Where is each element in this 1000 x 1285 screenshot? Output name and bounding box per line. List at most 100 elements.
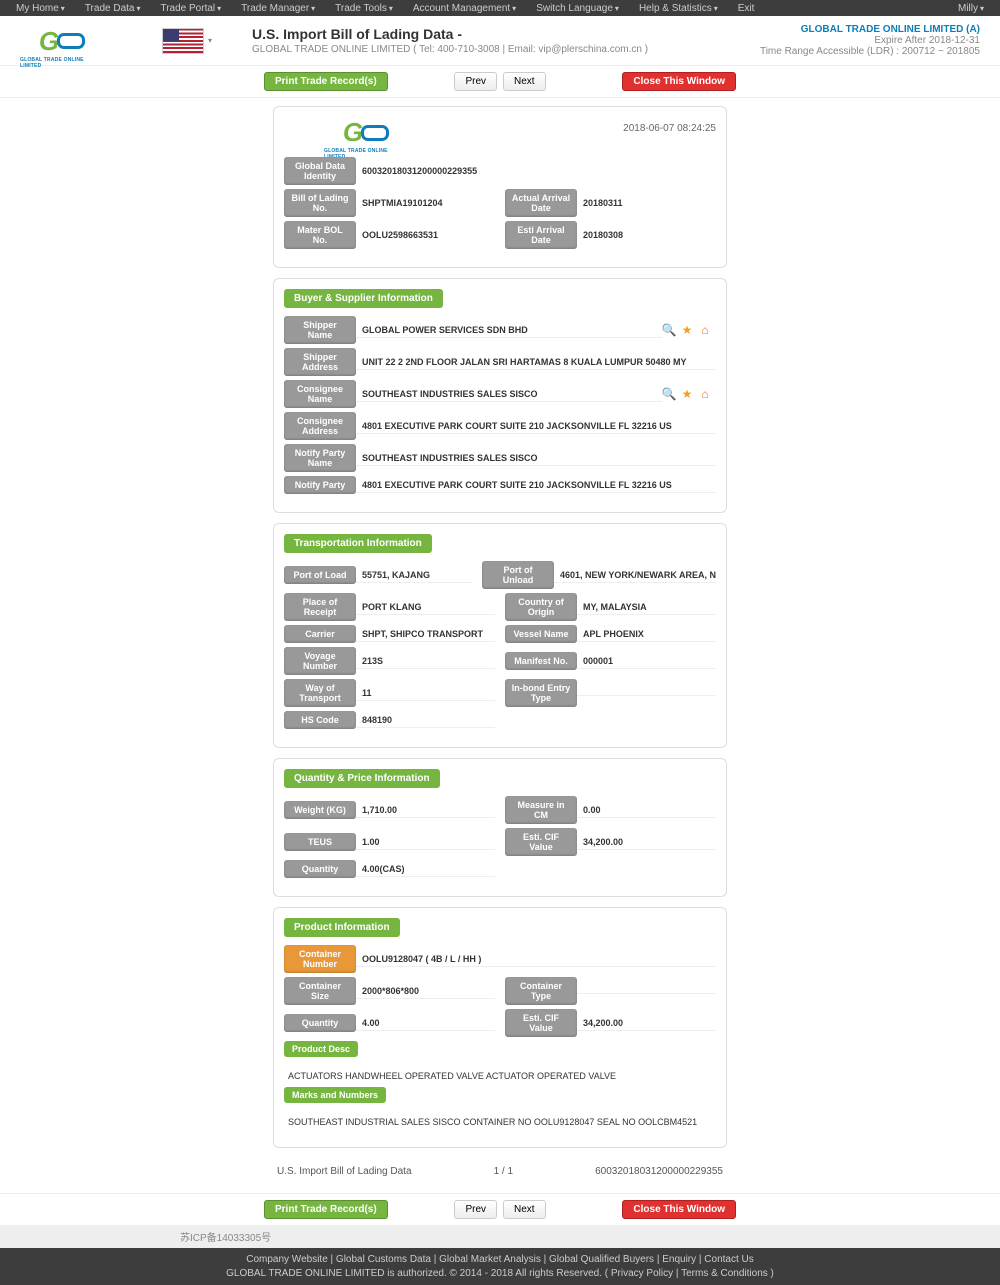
nav-trade-data[interactable]: Trade Data▾ bbox=[77, 3, 149, 14]
aad-label: Actual Arrival Date bbox=[505, 189, 577, 217]
account-expire: Expire After 2018-12-31 bbox=[760, 35, 980, 46]
vessel-value: APL PHOENIX bbox=[577, 626, 716, 642]
print-button[interactable]: Print Trade Record(s) bbox=[264, 72, 388, 91]
next-button-bottom[interactable]: Next bbox=[503, 1200, 546, 1219]
buyer-section-title: Buyer & Supplier Information bbox=[284, 289, 443, 308]
teus-label: TEUS bbox=[284, 833, 356, 851]
pou-label: Port of Unload bbox=[482, 561, 554, 589]
record-card: GGLOBAL TRADE ONLINE LIMITED 2018-06-07 … bbox=[273, 106, 727, 268]
pcif-label: Esti. CIF Value bbox=[505, 1009, 577, 1037]
close-button-bottom[interactable]: Close This Window bbox=[622, 1200, 736, 1219]
nav-trade-manager[interactable]: Trade Manager▾ bbox=[233, 3, 323, 14]
page-footer-info: U.S. Import Bill of Lading Data 1 / 1 60… bbox=[273, 1158, 727, 1185]
icp-label: 苏ICP备14033305号 bbox=[0, 1225, 1000, 1248]
nav-trade-portal[interactable]: Trade Portal▾ bbox=[152, 3, 229, 14]
footer-link[interactable]: Company Website bbox=[246, 1254, 328, 1265]
print-button-bottom[interactable]: Print Trade Record(s) bbox=[264, 1200, 388, 1219]
button-bar-bottom: Print Trade Record(s) Prev Next Close Th… bbox=[0, 1193, 1000, 1225]
qty-section-title: Quantity & Price Information bbox=[284, 769, 440, 788]
consignee-addr-label: Consignee Address bbox=[284, 412, 356, 440]
coo-label: Country of Origin bbox=[505, 593, 577, 621]
page-title: U.S. Import Bill of Lading Data - bbox=[252, 26, 760, 42]
company-logo: GGLOBAL TRADE ONLINE LIMITED bbox=[20, 26, 102, 56]
consignee-name-value: SOUTHEAST INDUSTRIES SALES SISCO bbox=[356, 386, 662, 402]
product-card: Product Information Container NumberOOLU… bbox=[273, 907, 727, 1148]
type-label: Container Type bbox=[505, 977, 577, 1005]
mbol-label: Mater BOL No. bbox=[284, 221, 356, 249]
inbond-value bbox=[577, 690, 716, 696]
bol-label: Bill of Lading No. bbox=[284, 189, 356, 217]
identity-label: Global Data Identity bbox=[284, 157, 356, 185]
identity-value: 60032018031200000229355 bbox=[356, 166, 477, 176]
transport-card: Transportation Information Port of Load5… bbox=[273, 523, 727, 748]
measure-value: 0.00 bbox=[577, 802, 716, 818]
prev-button-bottom[interactable]: Prev bbox=[454, 1200, 497, 1219]
account-range: Time Range Accessible (LDR) : 200712 ~ 2… bbox=[760, 46, 980, 57]
container-value: OOLU9128047 ( 4B / L / HH ) bbox=[356, 951, 716, 967]
nav-trade-tools[interactable]: Trade Tools▾ bbox=[327, 3, 401, 14]
marks-label: Marks and Numbers bbox=[284, 1087, 386, 1103]
record-timestamp: 2018-06-07 08:24:25 bbox=[623, 123, 716, 147]
way-label: Way of Transport bbox=[284, 679, 356, 707]
foot-left: U.S. Import Bill of Lading Data bbox=[277, 1166, 412, 1177]
notify-addr-value: 4801 EXECUTIVE PARK COURT SUITE 210 JACK… bbox=[356, 477, 716, 493]
nav-my-home[interactable]: My Home▾ bbox=[8, 3, 73, 14]
bol-value: SHPTMIA19101204 bbox=[356, 198, 443, 208]
vessel-label: Vessel Name bbox=[505, 625, 577, 643]
footer-copyright: GLOBAL TRADE ONLINE LIMITED is authorize… bbox=[0, 1268, 1000, 1279]
close-button[interactable]: Close This Window bbox=[622, 72, 736, 91]
footer-link[interactable]: Global Customs Data bbox=[336, 1254, 431, 1265]
nav-exit[interactable]: Exit bbox=[730, 3, 763, 14]
next-button[interactable]: Next bbox=[503, 72, 546, 91]
home-icon[interactable]: ⌂ bbox=[698, 387, 712, 401]
star-icon[interactable]: ★ bbox=[680, 323, 694, 337]
notify-addr-label: Notify Party bbox=[284, 476, 356, 494]
card-logo: GGLOBAL TRADE ONLINE LIMITED bbox=[324, 117, 406, 147]
user-menu[interactable]: Milly▾ bbox=[950, 3, 992, 14]
nav-help-statistics[interactable]: Help & Statistics▾ bbox=[631, 3, 726, 14]
star-icon[interactable]: ★ bbox=[680, 387, 694, 401]
search-icon[interactable]: 🔍 bbox=[662, 387, 676, 401]
shipper-name-label: Shipper Name bbox=[284, 316, 356, 344]
footer-link[interactable]: Global Market Analysis bbox=[439, 1254, 541, 1265]
pou-value: 4601, NEW YORK/NEWARK AREA, N bbox=[554, 567, 716, 583]
pol-label: Port of Load bbox=[284, 566, 356, 584]
nav-account-management[interactable]: Account Management▾ bbox=[405, 3, 524, 14]
shipper-addr-value: UNIT 22 2 2ND FLOOR JALAN SRI HARTAMAS 8… bbox=[356, 354, 716, 370]
account-company: GLOBAL TRADE ONLINE LIMITED (A) bbox=[760, 24, 980, 35]
carrier-value: SHPT, SHIPCO TRANSPORT bbox=[356, 626, 495, 642]
weight-label: Weight (KG) bbox=[284, 801, 356, 819]
consignee-addr-value: 4801 EXECUTIVE PARK COURT SUITE 210 JACK… bbox=[356, 418, 716, 434]
nav-switch-language[interactable]: Switch Language▾ bbox=[528, 3, 627, 14]
desc-value: ACTUATORS HANDWHEEL OPERATED VALVE ACTUA… bbox=[284, 1065, 716, 1087]
hs-label: HS Code bbox=[284, 711, 356, 729]
manifest-value: 000001 bbox=[577, 653, 716, 669]
footer-link[interactable]: Enquiry bbox=[662, 1254, 696, 1265]
foot-mid: 1 / 1 bbox=[494, 1166, 513, 1177]
voyage-label: Voyage Number bbox=[284, 647, 356, 675]
footer-link[interactable]: Contact Us bbox=[704, 1254, 753, 1265]
footer-links: Company Website | Global Customs Data | … bbox=[0, 1254, 1000, 1265]
site-footer: Company Website | Global Customs Data | … bbox=[0, 1248, 1000, 1285]
quantity-value: 4.00(CAS) bbox=[356, 861, 495, 877]
country-flag-selector[interactable]: ▾ bbox=[162, 28, 212, 54]
voyage-value: 213S bbox=[356, 653, 495, 669]
button-bar-top: Print Trade Record(s) Prev Next Close Th… bbox=[0, 66, 1000, 98]
pol-value: 55751, KAJANG bbox=[356, 567, 472, 583]
footer-link[interactable]: Global Qualified Buyers bbox=[549, 1254, 654, 1265]
ead-value: 20180308 bbox=[577, 230, 623, 240]
page-header: GGLOBAL TRADE ONLINE LIMITED ▾ U.S. Impo… bbox=[0, 16, 1000, 66]
measure-label: Measure in CM bbox=[505, 796, 577, 824]
prev-button[interactable]: Prev bbox=[454, 72, 497, 91]
cif-label: Esti. CIF Value bbox=[505, 828, 577, 856]
marks-value: SOUTHEAST INDUSTRIAL SALES SISCO CONTAIN… bbox=[284, 1111, 716, 1133]
search-icon[interactable]: 🔍 bbox=[662, 323, 676, 337]
coo-value: MY, MALAYSIA bbox=[577, 599, 716, 615]
consignee-name-label: Consignee Name bbox=[284, 380, 356, 408]
size-label: Container Size bbox=[284, 977, 356, 1005]
inbond-label: In-bond Entry Type bbox=[505, 679, 577, 707]
home-icon[interactable]: ⌂ bbox=[698, 323, 712, 337]
foot-right: 60032018031200000229355 bbox=[595, 1166, 723, 1177]
hs-value: 848190 bbox=[356, 712, 495, 728]
por-value: PORT KLANG bbox=[356, 599, 495, 615]
